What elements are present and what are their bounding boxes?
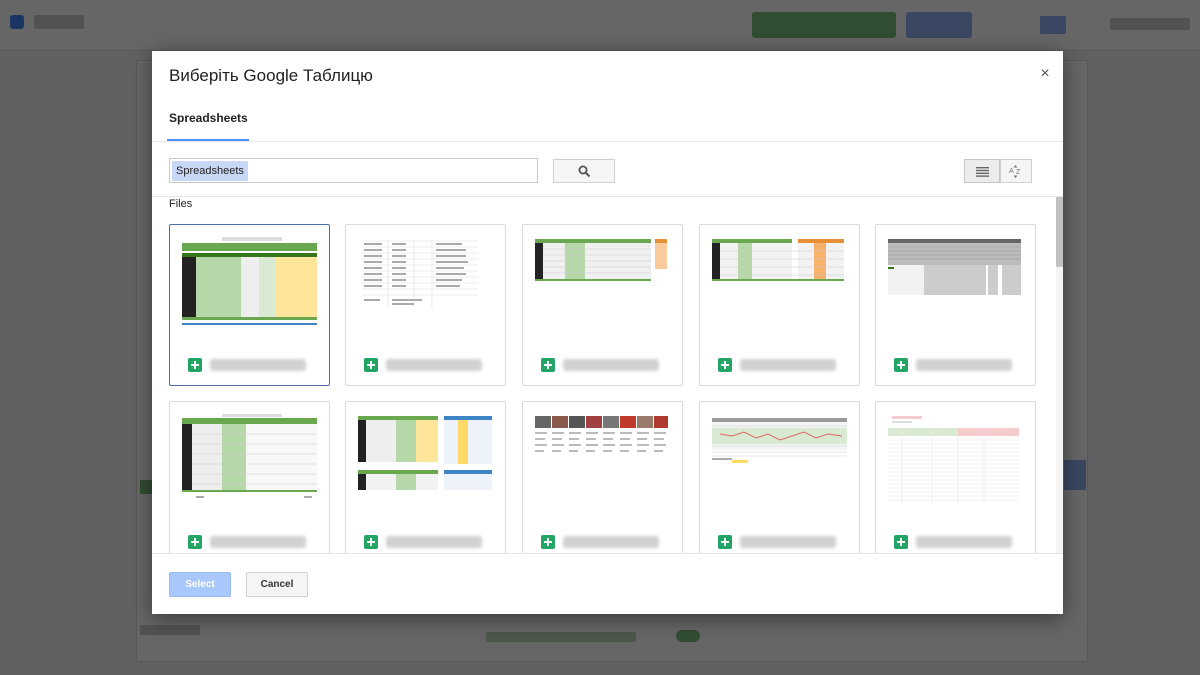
file-name-redacted [740,536,836,548]
cancel-button[interactable]: Cancel [246,572,308,597]
file-thumbnail [182,237,317,327]
sort-button[interactable]: A Z [1000,159,1032,183]
file-thumbnail [358,237,493,327]
google-sheets-icon [188,535,202,549]
file-name-redacted [386,359,482,371]
file-thumbnail [535,414,670,504]
scrollbar[interactable] [1056,197,1063,553]
files-section-label: Files [169,198,193,210]
google-sheets-icon [541,535,555,549]
file-name-redacted [386,536,482,548]
file-card[interactable] [345,224,506,386]
sort-az-icon: A Z [1009,165,1021,178]
tab-divider [152,141,1063,142]
file-thumbnail [712,237,847,327]
google-sheets-icon [188,358,202,372]
list-view-icon [976,167,989,177]
select-button[interactable]: Select [169,572,231,597]
footer-divider [152,553,1063,554]
svg-text:Z: Z [1016,169,1021,176]
search-button[interactable] [553,159,615,183]
google-sheets-icon [894,358,908,372]
file-name-redacted [210,536,306,548]
google-sheets-icon [364,535,378,549]
tab-spreadsheets[interactable]: Spreadsheets [169,111,248,141]
file-thumbnail [358,414,493,504]
file-name-redacted [563,359,659,371]
file-card[interactable] [699,224,860,386]
search-input[interactable]: Spreadsheets [169,158,538,183]
file-card[interactable] [699,401,860,553]
scrollbar-thumb[interactable] [1056,197,1063,267]
file-card[interactable] [169,401,330,553]
file-thumbnail [182,414,317,504]
file-card[interactable] [522,401,683,553]
file-card[interactable] [522,224,683,386]
file-card[interactable] [875,224,1036,386]
search-icon [578,165,591,178]
google-sheets-icon [718,535,732,549]
file-thumbnail [888,414,1023,504]
file-card[interactable] [875,401,1036,553]
dialog-title: Виберіть Google Таблицю [169,66,373,85]
content-divider [152,196,1063,197]
file-thumbnail [888,237,1023,327]
file-card[interactable] [169,224,330,386]
list-view-button[interactable] [964,159,1000,183]
file-name-redacted [563,536,659,548]
file-thumbnail [712,414,847,504]
file-name-redacted [210,359,306,371]
google-sheets-icon [718,358,732,372]
google-sheets-icon [894,535,908,549]
file-card[interactable] [345,401,506,553]
google-sheets-icon [364,358,378,372]
google-sheets-icon [541,358,555,372]
search-query-chip: Spreadsheets [172,161,248,181]
file-name-redacted [916,359,1012,371]
file-name-redacted [740,359,836,371]
sheet-picker-dialog: Виберіть Google Таблицю × Spreadsheets S… [152,51,1063,614]
file-grid [152,224,1056,553]
file-name-redacted [916,536,1012,548]
close-icon[interactable]: × [1037,66,1053,82]
file-thumbnail [535,237,670,327]
svg-text:A: A [1009,168,1014,175]
